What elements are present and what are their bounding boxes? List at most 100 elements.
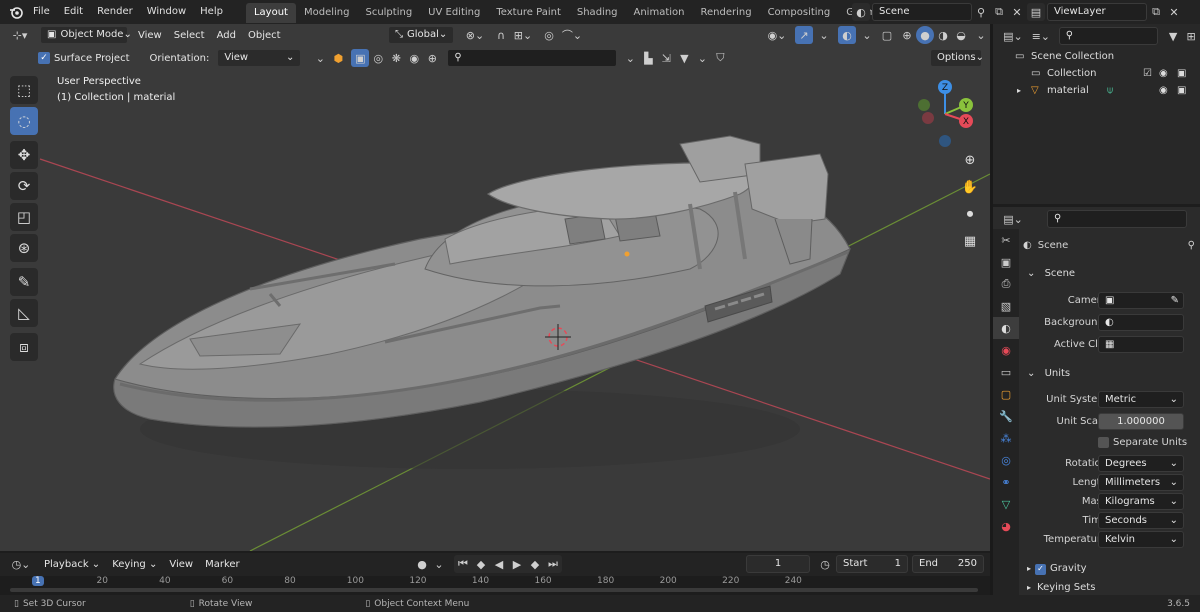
view-layer-icon[interactable]: ▤ xyxy=(1027,3,1045,21)
editor-type-icon[interactable]: ⊹▾ xyxy=(8,26,32,44)
current-frame-field[interactable]: 1 xyxy=(746,555,810,573)
material-tab-icon[interactable]: ◕ xyxy=(993,515,1019,537)
unit-system-dropdown[interactable]: Metric ⌄ xyxy=(1098,391,1184,408)
eye-icon[interactable]: ◉ xyxy=(1159,65,1168,82)
new-scene-icon[interactable]: ⧉ xyxy=(990,3,1008,21)
proportional-editing-icon[interactable]: ◎ xyxy=(540,26,558,44)
view-layer-tab-icon[interactable]: ▧ xyxy=(993,295,1019,317)
gravity-panel-header[interactable]: ▸ ✓ Gravity xyxy=(1023,559,1195,579)
rotate-tool[interactable]: ⟳ xyxy=(10,172,38,200)
funnel-dropdown-icon[interactable]: ⌄ xyxy=(693,49,711,67)
mode-selector[interactable]: ▣ Object Mode ⌄ xyxy=(40,26,132,44)
eyedropper-icon[interactable]: ✎ xyxy=(1171,293,1179,308)
rendered-shading-icon[interactable]: ◒ xyxy=(952,26,970,44)
perspective-grid-icon[interactable]: ▦ xyxy=(959,230,981,252)
search-input[interactable]: ⚲ xyxy=(447,49,618,67)
funnel-icon[interactable]: ▼ xyxy=(675,49,693,67)
temperature-dropdown[interactable]: Kelvin ⌄ xyxy=(1098,531,1184,548)
orientation-dropdown[interactable]: View ⌄ xyxy=(217,49,302,67)
transform-tool[interactable]: ⊛ xyxy=(10,234,38,262)
navigation-gizmo[interactable]: Z Y X xyxy=(910,79,980,149)
blender-logo-icon[interactable] xyxy=(6,3,26,21)
outliner-row-scene-collection[interactable]: ▭ Scene Collection xyxy=(993,48,1200,65)
collection-tab-icon[interactable]: ▭ xyxy=(993,361,1019,383)
constraints-tab-icon[interactable]: ⚭ xyxy=(993,471,1019,493)
menu-select[interactable]: Select xyxy=(168,30,211,41)
object-tab-icon[interactable]: ▢ xyxy=(993,383,1019,405)
cursor-tool[interactable]: ◌ xyxy=(10,107,38,135)
tab-shading[interactable]: Shading xyxy=(569,3,626,23)
scene-icon[interactable]: ◐ xyxy=(852,3,870,21)
units-panel-header[interactable]: ⌄ Units xyxy=(1023,364,1195,384)
background-field[interactable]: ◐ xyxy=(1098,314,1184,331)
filter-light-icon[interactable]: ◉ xyxy=(405,49,423,67)
falloff-icon[interactable]: ⌒⌄ xyxy=(560,26,584,44)
measure-tool[interactable]: ◺ xyxy=(10,299,38,327)
play-icon[interactable]: ▶ xyxy=(508,555,526,573)
length-dropdown[interactable]: Millimeters ⌄ xyxy=(1098,474,1184,491)
unit-scale-field[interactable]: 1.000000 xyxy=(1098,413,1184,430)
active-clip-field[interactable]: ▦ xyxy=(1098,336,1184,353)
tab-sculpting[interactable]: Sculpting xyxy=(357,3,420,23)
separate-units-row[interactable]: Separate Units xyxy=(1023,433,1195,453)
mass-dropdown[interactable]: Kilograms ⌄ xyxy=(1098,493,1184,510)
menu-marker[interactable]: Marker xyxy=(199,559,246,570)
tab-animation[interactable]: Animation xyxy=(626,3,693,23)
end-frame-field[interactable]: End 250 xyxy=(912,555,984,573)
filter-object-icon[interactable]: ▣ xyxy=(351,49,370,67)
world-tab-icon[interactable]: ◉ xyxy=(993,339,1019,361)
expand-arrow-icon[interactable]: ▸ xyxy=(1017,82,1029,99)
record-icon[interactable]: ● xyxy=(413,555,431,573)
annotate-tool[interactable]: ✎ xyxy=(10,268,38,296)
dropdown-icon[interactable]: ⌄ xyxy=(311,49,329,67)
add-cube-tool[interactable]: ⧈ xyxy=(10,333,38,361)
checkbox-unchecked-icon[interactable] xyxy=(1098,437,1109,448)
xray-icon[interactable]: ▢ xyxy=(878,26,896,44)
surface-project-toggle[interactable]: ✓ Surface Project xyxy=(38,52,130,64)
time-dropdown[interactable]: Seconds ⌄ xyxy=(1098,512,1184,529)
jump-end-icon[interactable]: ⏭ xyxy=(544,555,562,573)
object-type-icon[interactable]: ⬢ xyxy=(329,49,347,67)
zoom-icon[interactable]: ⊕ xyxy=(959,149,981,171)
material-shading-icon[interactable]: ◑ xyxy=(934,26,952,44)
delete-view-layer-icon[interactable]: ✕ xyxy=(1165,3,1183,21)
menu-playback[interactable]: Playback ⌄ xyxy=(38,559,106,570)
menu-object[interactable]: Object xyxy=(242,30,287,41)
scene-name-field[interactable]: Scene xyxy=(872,3,972,21)
menu-edit[interactable]: Edit xyxy=(57,0,90,24)
tab-modeling[interactable]: Modeling xyxy=(296,3,358,23)
solid-shading-icon[interactable]: ● xyxy=(916,26,934,44)
wireframe-shading-icon[interactable]: ⊕ xyxy=(898,26,916,44)
pin-icon[interactable]: ⚲ xyxy=(1188,240,1195,251)
visibility-icon[interactable]: ◉⌄ xyxy=(765,26,789,44)
tab-rendering[interactable]: Rendering xyxy=(692,3,759,23)
overlays-icon[interactable]: ◐ xyxy=(838,26,856,44)
render-tab-icon[interactable]: ▣ xyxy=(993,251,1019,273)
outliner-filter-icon[interactable]: ▼ xyxy=(1164,27,1182,45)
record-dropdown-icon[interactable]: ⌄ xyxy=(430,555,448,573)
start-frame-field[interactable]: Start 1 xyxy=(836,555,908,573)
scale-tool[interactable]: ◰ xyxy=(10,203,38,231)
select-box-tool[interactable]: ⬚ xyxy=(10,76,38,104)
gizmo-icon[interactable]: ↗ xyxy=(795,26,813,44)
properties-search-input[interactable]: ⚲ xyxy=(1047,210,1187,228)
tab-layout[interactable]: Layout xyxy=(245,3,296,23)
filter-world-icon[interactable]: ⊕ xyxy=(423,49,441,67)
physics-tab-icon[interactable]: ◎ xyxy=(993,449,1019,471)
timeline-ruler[interactable]: 1 20 40 60 80 100 120 140 160 180 200 220 240 xyxy=(0,576,990,595)
view-layer-field[interactable]: ViewLayer xyxy=(1047,3,1147,21)
snap-icon[interactable]: ∩ xyxy=(492,26,510,44)
outliner-search-input[interactable]: ⚲ xyxy=(1058,27,1159,45)
3d-viewport[interactable]: ⊹▾ ▣ Object Mode ⌄ View Select Add Objec… xyxy=(0,24,990,551)
filter-mesh-icon[interactable]: ◎ xyxy=(369,49,387,67)
menu-file[interactable]: File xyxy=(26,0,57,24)
menu-render[interactable]: Render xyxy=(90,0,140,24)
keying-sets-panel-header[interactable]: ▸ Keying Sets xyxy=(1023,581,1195,595)
eye-icon[interactable]: ◉ xyxy=(1159,82,1168,99)
play-reverse-icon[interactable]: ◀ xyxy=(490,555,508,573)
checkbox-checked-icon[interactable]: ✓ xyxy=(1035,563,1047,575)
shading-dropdown-icon[interactable]: ⌄ xyxy=(972,26,990,44)
overlays-dropdown-icon[interactable]: ⌄ xyxy=(858,26,876,44)
timeline-scrollbar[interactable] xyxy=(10,588,978,592)
scene-tab-icon[interactable]: ◐ xyxy=(993,317,1019,339)
